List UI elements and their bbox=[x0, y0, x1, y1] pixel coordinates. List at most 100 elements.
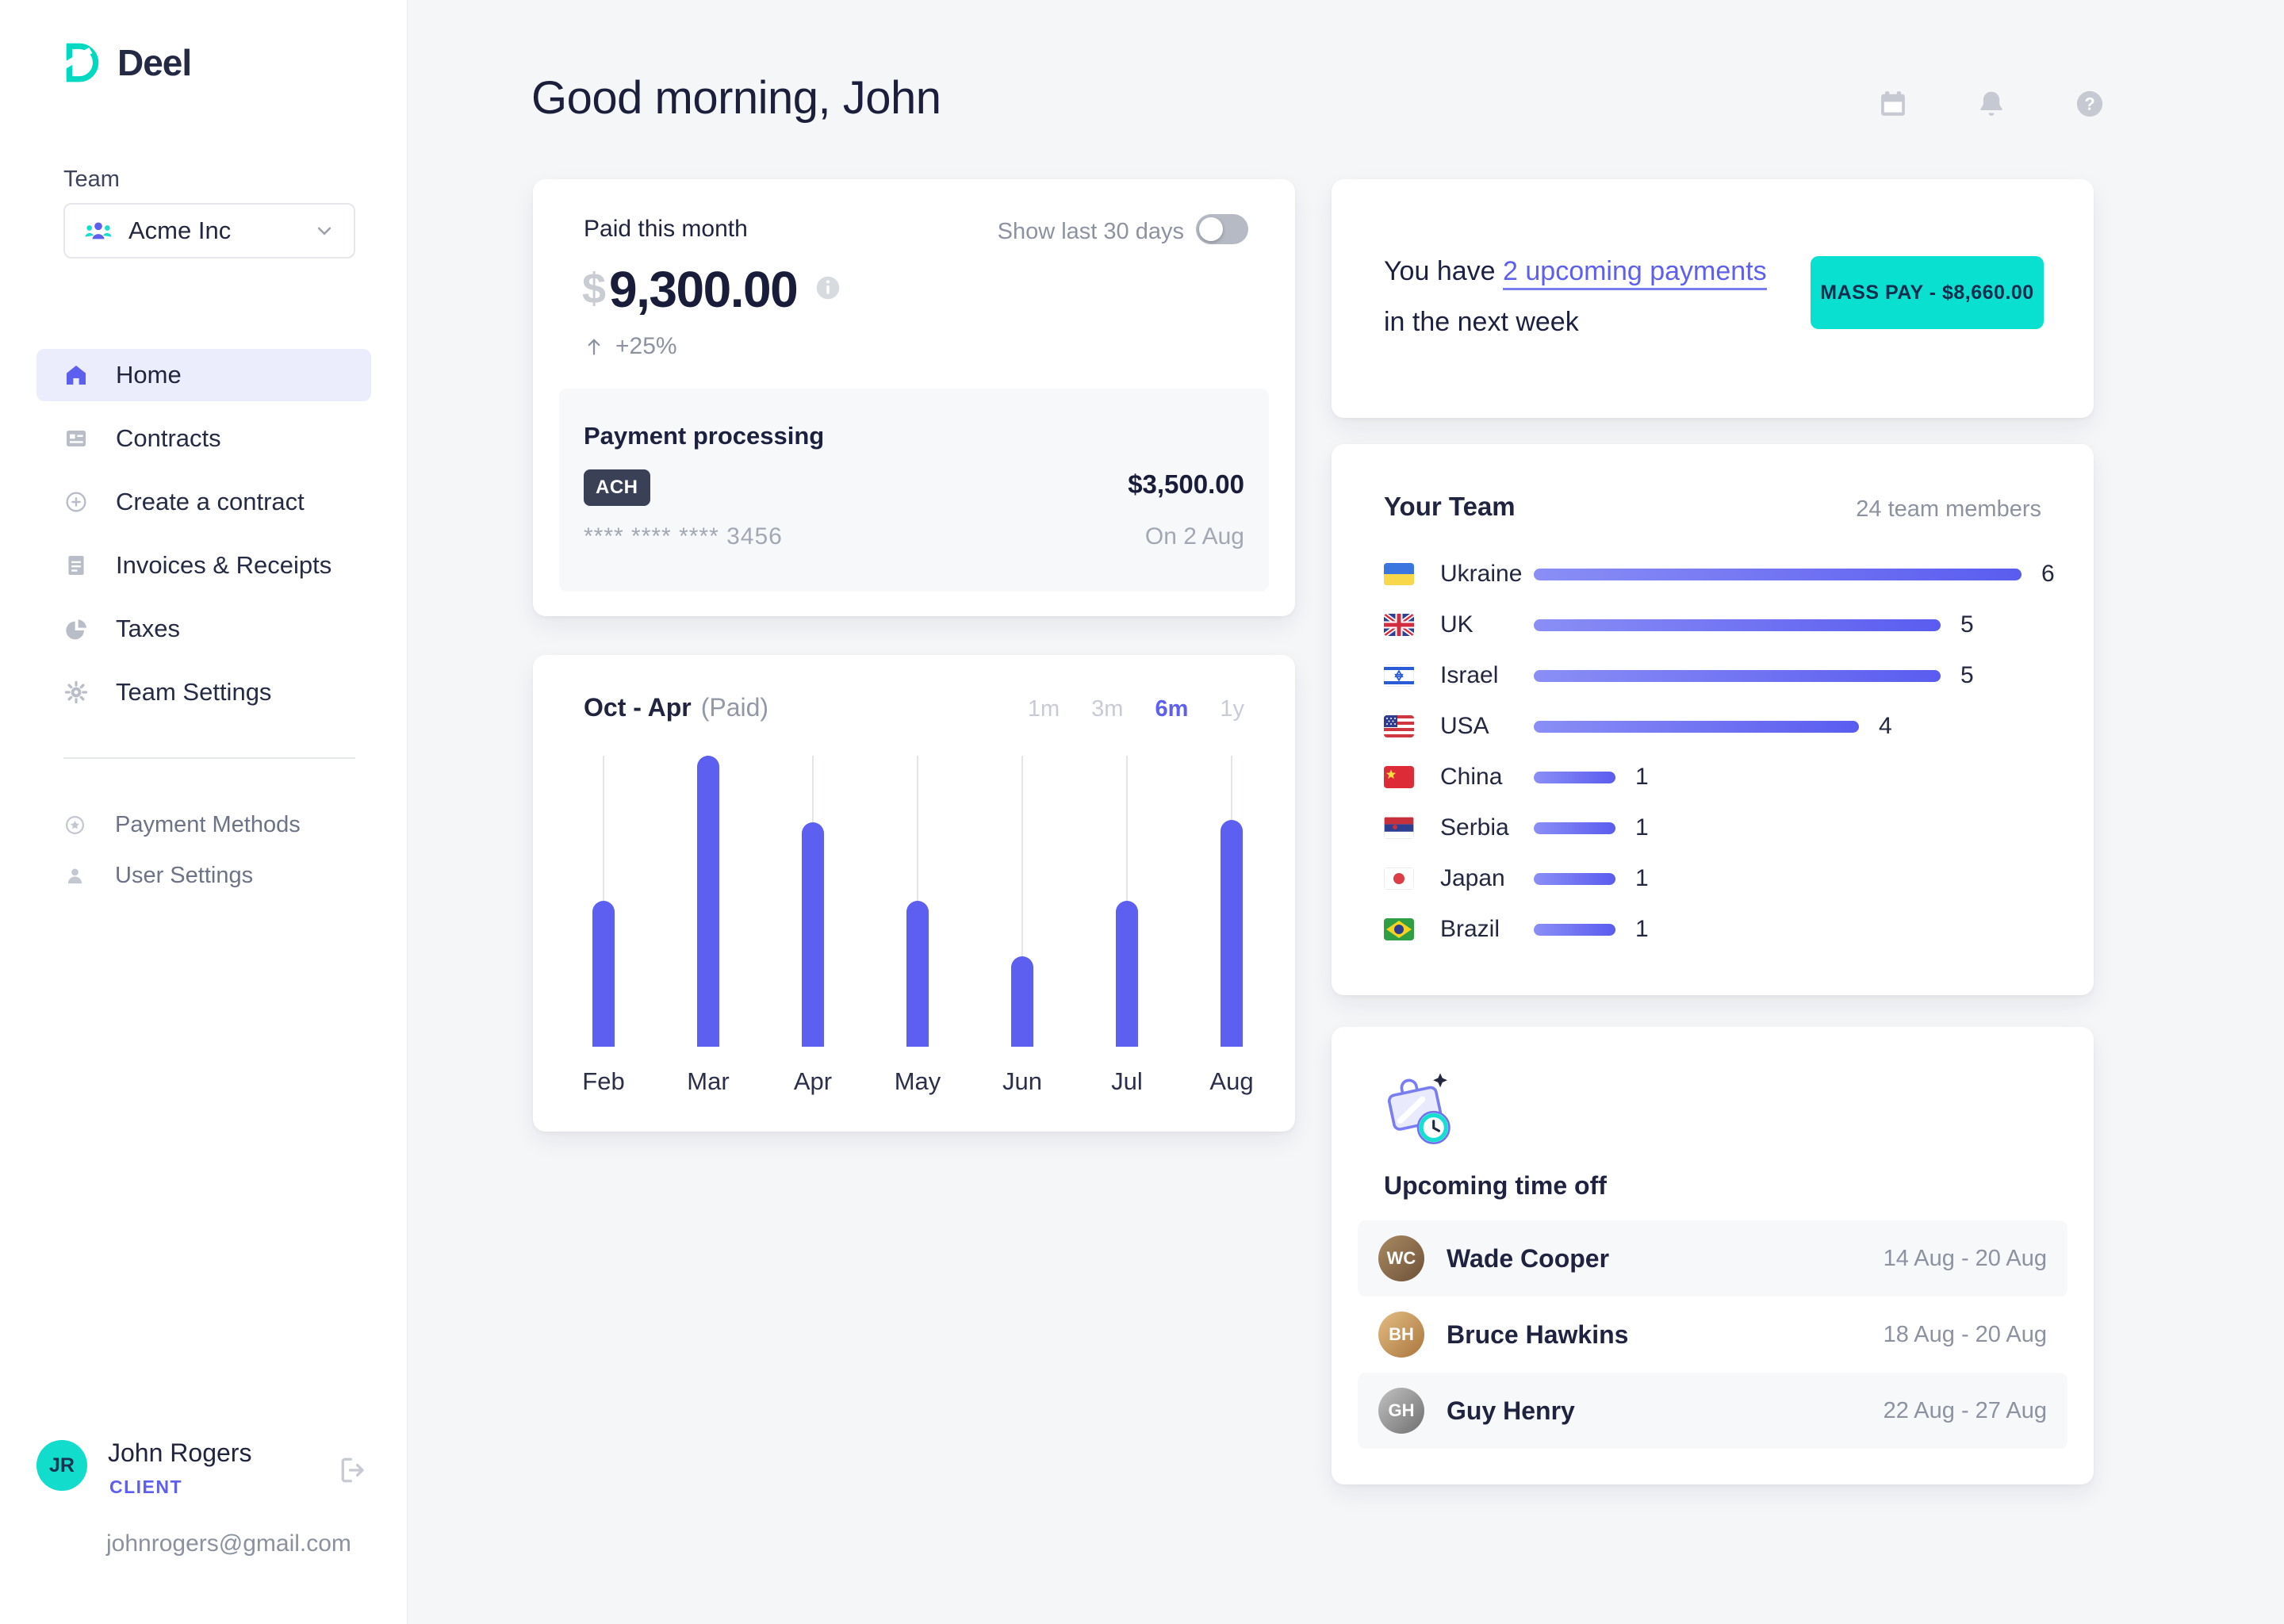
flag-uk-icon bbox=[1384, 614, 1414, 636]
team-row-japan: Japan1 bbox=[1384, 853, 2062, 904]
sidebar-item-taxes[interactable]: Taxes bbox=[36, 603, 371, 655]
star-circle-icon bbox=[63, 814, 86, 837]
chart-x-label: Mar bbox=[661, 1067, 756, 1096]
range-tab-3m[interactable]: 3m bbox=[1091, 696, 1123, 722]
avatar: GH bbox=[1378, 1388, 1424, 1434]
help-icon[interactable]: ? bbox=[2073, 87, 2106, 121]
range-tab-1y[interactable]: 1y bbox=[1220, 696, 1244, 722]
country-name: USA bbox=[1440, 713, 1534, 740]
chart-x-label: May bbox=[870, 1067, 965, 1096]
country-count: 1 bbox=[1635, 865, 1649, 892]
team-row-serbia: Serbia1 bbox=[1384, 802, 2062, 853]
show-last-30-days-toggle[interactable] bbox=[1196, 214, 1248, 244]
sidebar-item-label: User Settings bbox=[115, 863, 253, 889]
team-selector-value: Acme Inc bbox=[128, 216, 231, 245]
sidebar-item-label: Invoices & Receipts bbox=[116, 551, 331, 580]
flag-japan-icon bbox=[1384, 868, 1414, 890]
country-name: Israel bbox=[1440, 662, 1534, 689]
header-icons: ? bbox=[1876, 87, 2106, 121]
chart-bar-aug bbox=[1221, 820, 1243, 1047]
country-bar bbox=[1534, 873, 1615, 885]
processing-amount: $3,500.00 bbox=[1128, 469, 1244, 500]
suitcase-clock-icon bbox=[1378, 1067, 1460, 1149]
sidebar-item-contracts[interactable]: Contracts bbox=[36, 412, 371, 465]
team-row-uk: UK 5 bbox=[1384, 599, 2062, 650]
payment-processing-panel: Payment processing ACH $3,500.00 **** **… bbox=[559, 389, 1269, 592]
time-off-row[interactable]: WCWade Cooper14 Aug - 20 Aug bbox=[1358, 1220, 2067, 1297]
flag-israel-icon bbox=[1384, 665, 1414, 687]
avatar: WC bbox=[1378, 1235, 1424, 1281]
range-tab-6m[interactable]: 6m bbox=[1155, 696, 1188, 722]
your-team-card: Your Team 24 team members Ukraine6UK5Isr… bbox=[1332, 444, 2094, 995]
gear-icon bbox=[63, 680, 89, 705]
country-name: UK bbox=[1440, 611, 1534, 638]
user-email: johnrogers@gmail.com bbox=[106, 1530, 351, 1557]
sidebar: Deel Team Acme Inc HomeContractsCreate a… bbox=[0, 0, 408, 1624]
upcoming-payments-link[interactable]: 2 upcoming payments bbox=[1503, 256, 1767, 290]
sidebar-item-invoices[interactable]: Invoices & Receipts bbox=[36, 539, 371, 592]
paid-chart-card: Oct - Apr (Paid) 1m3m6m1y FebMarAprMayJu… bbox=[533, 655, 1295, 1132]
chart-header: Oct - Apr (Paid) bbox=[584, 693, 768, 722]
country-bar bbox=[1534, 670, 1941, 682]
time-off-row[interactable]: BHBruce Hawkins18 Aug - 20 Aug bbox=[1358, 1297, 2067, 1373]
sidebar-item-user-settings[interactable]: User Settings bbox=[36, 850, 371, 901]
flag-ukraine-icon bbox=[1384, 563, 1414, 585]
sidebar-menu: Home Contracts Create a contract Invoices &… bbox=[36, 349, 371, 730]
country-count: 5 bbox=[1960, 611, 1974, 638]
time-off-list: WCWade Cooper14 Aug - 20 AugBHBruce Hawk… bbox=[1358, 1220, 2067, 1449]
account-mask: **** **** **** 3456 bbox=[584, 523, 783, 550]
team-country-list: Ukraine6UK5Israel5USA4China1Serbia1Japan… bbox=[1384, 549, 2062, 955]
country-bar bbox=[1534, 924, 1615, 936]
chevron-down-icon bbox=[312, 219, 336, 243]
sidebar-item-payment-methods[interactable]: Payment Methods bbox=[36, 799, 371, 850]
sidebar-item-create-contract[interactable]: Create a contract bbox=[36, 476, 371, 528]
calendar-icon[interactable] bbox=[1876, 87, 1910, 121]
sidebar-item-team-settings[interactable]: Team Settings bbox=[36, 666, 371, 718]
deel-dashboard: Deel Team Acme Inc HomeContractsCreate a… bbox=[0, 0, 2284, 1624]
sidebar-item-label: Team Settings bbox=[116, 678, 271, 707]
processing-date: On 2 Aug bbox=[1145, 523, 1244, 550]
logout-icon[interactable] bbox=[336, 1453, 371, 1488]
bell-icon[interactable] bbox=[1975, 87, 2008, 121]
info-icon[interactable] bbox=[813, 273, 843, 303]
upcoming-time-off-card: Upcoming time off WCWade Cooper14 Aug - … bbox=[1332, 1027, 2094, 1484]
chart-x-label: Apr bbox=[765, 1067, 860, 1096]
avatar: BH bbox=[1378, 1312, 1424, 1358]
sidebar-item-label: Create a contract bbox=[116, 488, 305, 516]
chart-x-label: Jul bbox=[1079, 1067, 1175, 1096]
sidebar-item-home[interactable]: Home bbox=[36, 349, 371, 401]
flag-serbia-icon bbox=[1384, 817, 1414, 839]
toggle-knob bbox=[1199, 217, 1223, 241]
country-count: 1 bbox=[1635, 764, 1649, 791]
brand-logo[interactable]: Deel bbox=[62, 41, 191, 84]
time-off-name: Guy Henry bbox=[1447, 1396, 1575, 1426]
country-count: 1 bbox=[1635, 916, 1649, 943]
flag-brazil-icon bbox=[1384, 918, 1414, 940]
mass-pay-button[interactable]: MASS PAY - $8,660.00 bbox=[1811, 256, 2044, 329]
text-suffix: in the next week bbox=[1384, 297, 1828, 347]
flag-china-icon bbox=[1384, 766, 1414, 788]
paid-this-month-card: Paid this month Show last 30 days $ 9,30… bbox=[533, 179, 1295, 616]
change-value: +25% bbox=[615, 333, 677, 360]
paid-amount: $ 9,300.00 bbox=[582, 260, 843, 319]
chart-bar-jun bbox=[1011, 956, 1033, 1047]
deel-logo-icon bbox=[62, 41, 105, 84]
flag-usa-icon bbox=[1384, 715, 1414, 737]
payment-method-badge: ACH bbox=[584, 469, 650, 506]
chart-bar-feb bbox=[592, 901, 615, 1047]
country-count: 4 bbox=[1879, 713, 1892, 740]
country-bar bbox=[1534, 619, 1941, 631]
country-bar bbox=[1534, 721, 1859, 733]
page-title: Good morning, John bbox=[531, 71, 941, 124]
country-name: Ukraine bbox=[1440, 561, 1534, 588]
chart-x-label: Aug bbox=[1184, 1067, 1279, 1096]
time-off-row[interactable]: GHGuy Henry22 Aug - 27 Aug bbox=[1358, 1373, 2067, 1449]
text-prefix: You have bbox=[1384, 256, 1496, 286]
pie-chart-icon bbox=[63, 616, 89, 642]
team-card-title: Your Team bbox=[1384, 492, 1516, 522]
team-row-usa: USA 4 bbox=[1384, 701, 2062, 752]
team-selector[interactable]: Acme Inc bbox=[63, 203, 355, 259]
document-icon bbox=[63, 553, 89, 578]
range-tab-1m[interactable]: 1m bbox=[1028, 696, 1060, 722]
country-count: 5 bbox=[1960, 662, 1974, 689]
